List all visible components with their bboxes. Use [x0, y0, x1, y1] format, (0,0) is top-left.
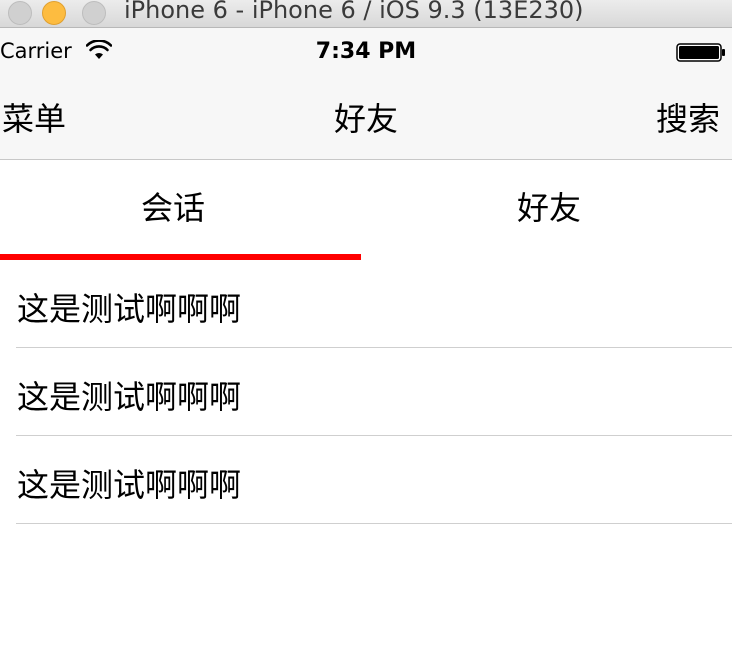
navigation-bar: 菜单 好友 搜索 [0, 74, 732, 160]
search-button[interactable]: 搜索 [656, 94, 720, 140]
list-item[interactable]: 这是测试啊啊啊 [0, 348, 732, 436]
tab-friends[interactable]: 好友 [366, 160, 732, 256]
zoom-window-button[interactable] [82, 1, 106, 25]
minimize-window-button[interactable] [42, 1, 66, 25]
list-item[interactable]: 这是测试啊啊啊 [0, 260, 732, 348]
list-item-label: 这是测试啊啊啊 [17, 290, 242, 328]
close-window-button[interactable] [8, 1, 32, 25]
tab-conversations[interactable]: 会话 [0, 160, 346, 256]
status-bar: Carrier 7:34 PM [0, 28, 732, 74]
conversation-list: 这是测试啊啊啊 这是测试啊啊啊 这是测试啊啊啊 [0, 260, 732, 524]
page-title: 好友 [333, 100, 398, 138]
battery-icon [676, 43, 725, 62]
list-item[interactable]: 这是测试啊啊啊 [0, 436, 732, 524]
list-divider [16, 523, 732, 524]
window-title: iPhone 6 - iPhone 6 / iOS 9.3 (13E230) [124, 0, 584, 24]
status-time: 7:34 PM [315, 39, 417, 64]
segment-control: 会话 好友 [0, 160, 732, 260]
window-titlebar: iPhone 6 - iPhone 6 / iOS 9.3 (13E230) [0, 0, 732, 28]
list-item-label: 这是测试啊啊啊 [17, 466, 242, 504]
list-item-label: 这是测试啊啊啊 [17, 378, 242, 416]
